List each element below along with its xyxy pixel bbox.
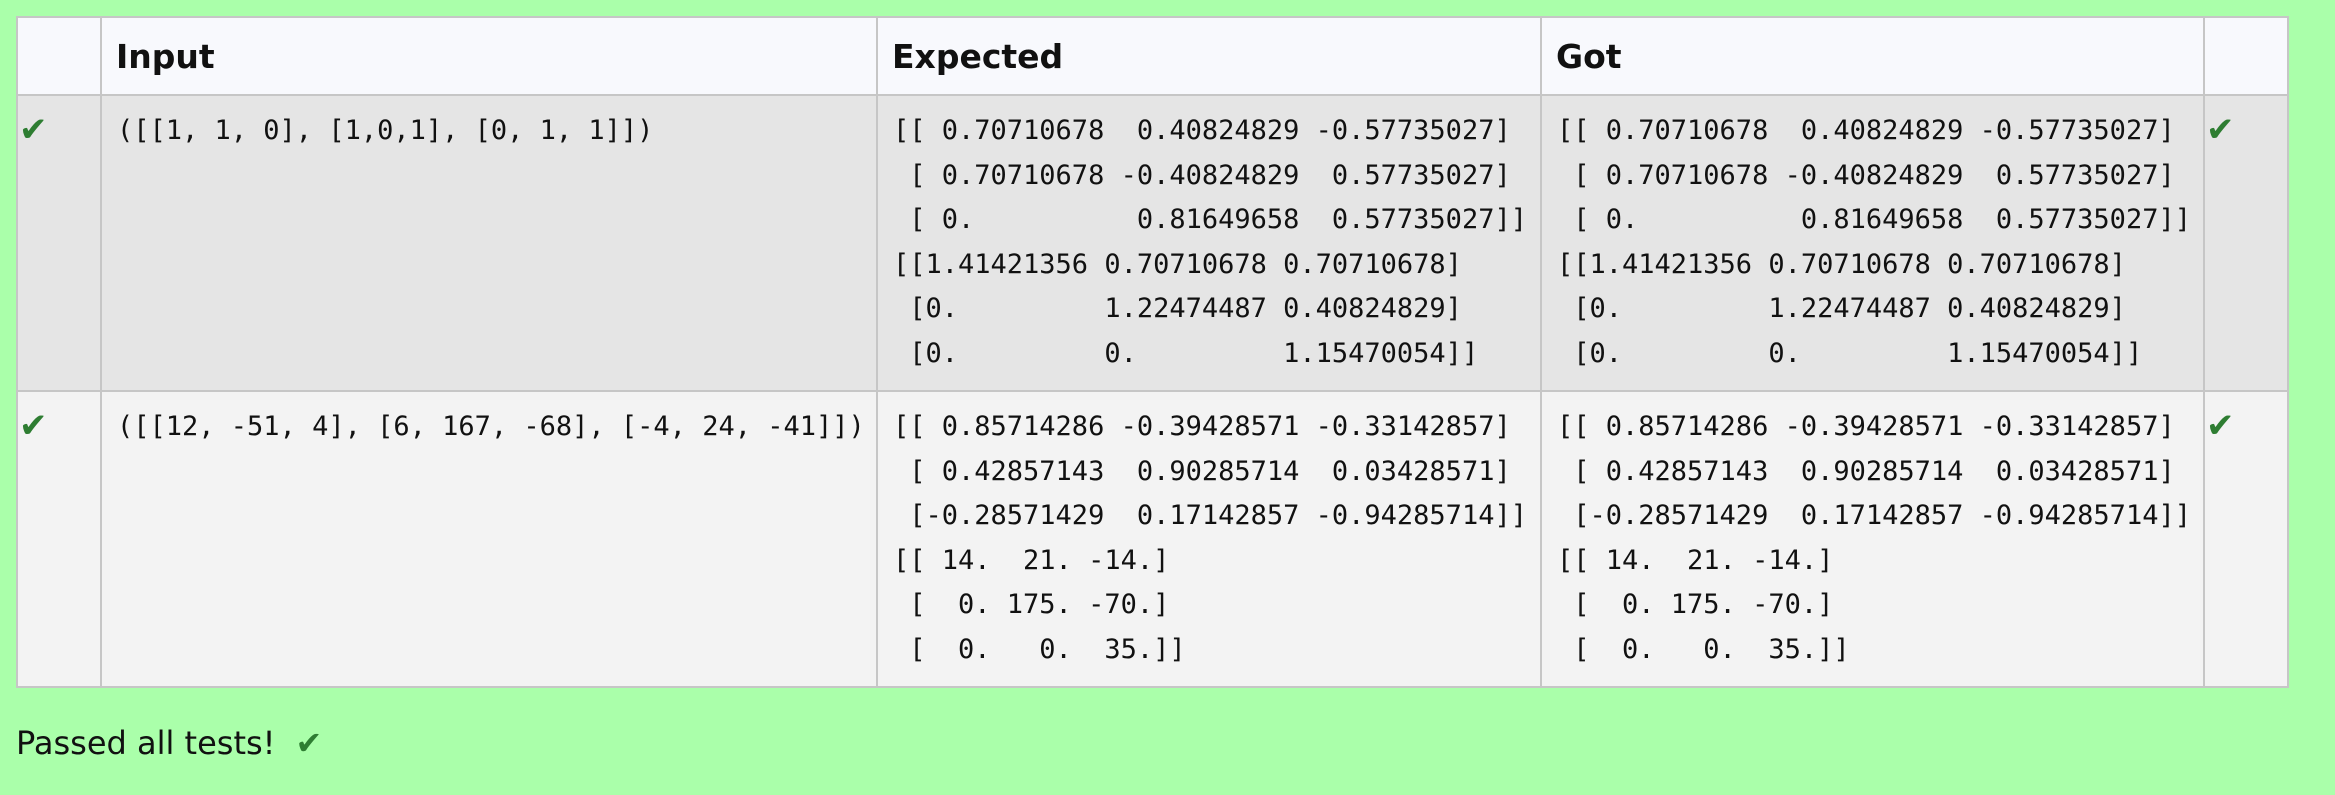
test-summary: Passed all tests! ✔ [16, 724, 322, 762]
row-status-right: ✔ [2203, 94, 2289, 392]
table-row: ✔ ([[1, 1, 0], [1,0,1], [0, 1, 1]]) [[ 0… [16, 94, 2289, 392]
got-value: [[ 0.70710678 0.40824829 -0.57735027] [ … [1557, 115, 2191, 369]
got-value: [[ 0.85714286 -0.39428571 -0.33142857] [… [1557, 411, 2191, 665]
got-cell: [[ 0.85714286 -0.39428571 -0.33142857] [… [1540, 390, 2205, 688]
check-icon: ✔ [2206, 110, 2235, 150]
header-status-right [2203, 16, 2289, 96]
check-icon: ✔ [19, 406, 48, 446]
row-status-right: ✔ [2203, 390, 2289, 688]
expected-cell: [[ 0.70710678 0.40824829 -0.57735027] [ … [876, 94, 1542, 392]
expected-value: [[ 0.85714286 -0.39428571 -0.33142857] [… [893, 411, 1527, 665]
check-icon: ✔ [295, 724, 323, 762]
header-got: Got [1540, 16, 2205, 96]
input-cell: ([[12, -51, 4], [6, 167, -68], [-4, 24, … [100, 390, 878, 688]
row-status-left: ✔ [16, 390, 102, 688]
header-status-left [16, 16, 102, 96]
table-header-row: Input Expected Got [16, 16, 2289, 96]
table-row: ✔ ([[12, -51, 4], [6, 167, -68], [-4, 24… [16, 390, 2289, 688]
expected-cell: [[ 0.85714286 -0.39428571 -0.33142857] [… [876, 390, 1542, 688]
header-input: Input [100, 16, 878, 96]
check-icon: ✔ [2206, 406, 2235, 446]
test-results-table: Input Expected Got ✔ ([[1, 1, 0], [1,0,1… [16, 16, 2289, 688]
input-cell: ([[1, 1, 0], [1,0,1], [0, 1, 1]]) [100, 94, 878, 392]
header-expected: Expected [876, 16, 1542, 96]
input-value: ([[1, 1, 0], [1,0,1], [0, 1, 1]]) [117, 115, 654, 146]
expected-value: [[ 0.70710678 0.40824829 -0.57735027] [ … [893, 115, 1527, 369]
input-value: ([[12, -51, 4], [6, 167, -68], [-4, 24, … [117, 411, 865, 442]
row-status-left: ✔ [16, 94, 102, 392]
summary-text: Passed all tests! [16, 724, 276, 762]
got-cell: [[ 0.70710678 0.40824829 -0.57735027] [ … [1540, 94, 2205, 392]
check-icon: ✔ [19, 110, 48, 150]
